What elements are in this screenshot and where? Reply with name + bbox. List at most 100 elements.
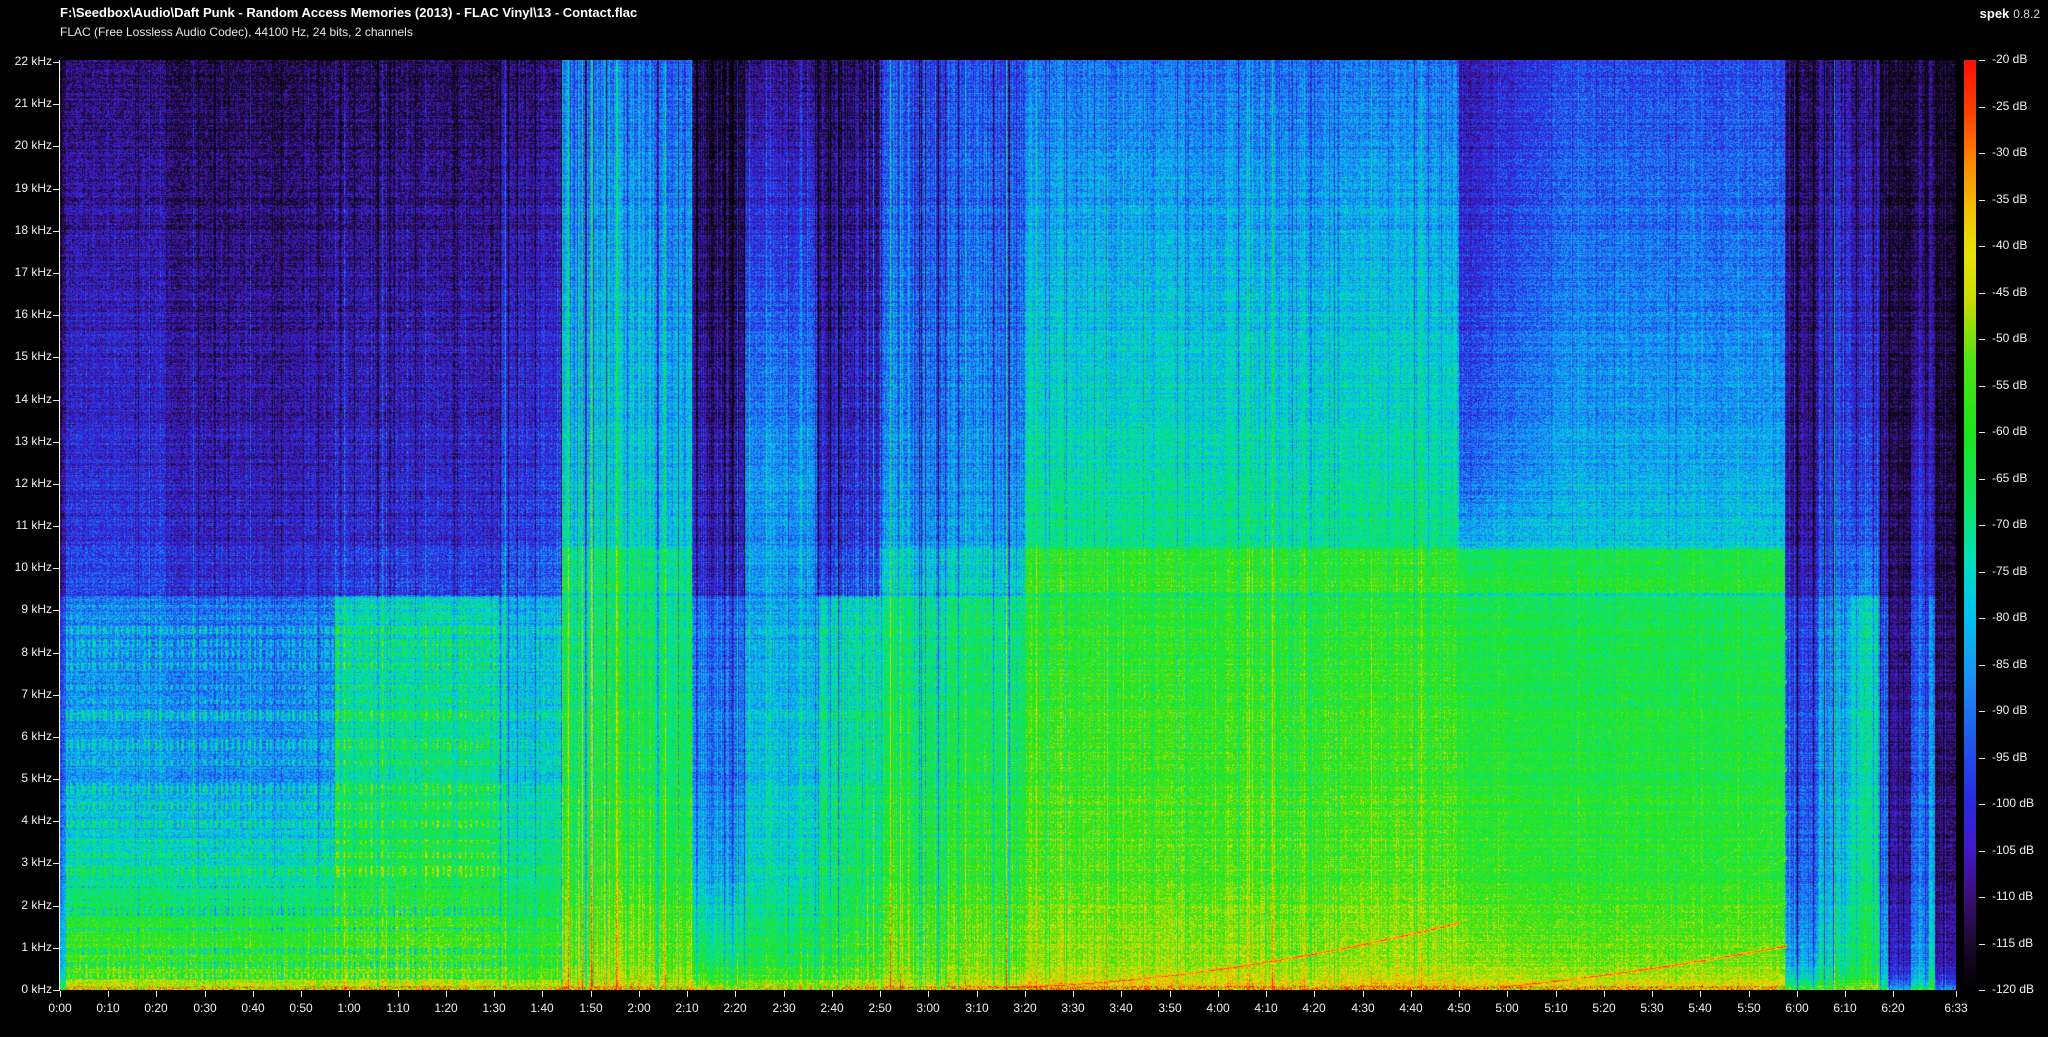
axis-tick: [784, 991, 785, 997]
time-label: 1:20: [422, 1001, 470, 1015]
time-label: 6:20: [1869, 1001, 1917, 1015]
axis-tick: [53, 442, 59, 443]
db-label: -85 dB: [1992, 657, 2027, 671]
spek-window: F:\Seedbox\Audio\Daft Punk - Random Acce…: [0, 0, 2048, 1037]
axis-tick: [1979, 572, 1985, 573]
time-label: 2:20: [711, 1001, 759, 1015]
axis-tick: [398, 991, 399, 997]
spectrogram-canvas: [60, 60, 1956, 990]
axis-tick: [1459, 991, 1460, 997]
axis-tick: [53, 357, 59, 358]
axis-tick: [1979, 897, 1985, 898]
axis-tick: [53, 315, 59, 316]
time-label: 6:10: [1821, 1001, 1869, 1015]
time-label: 4:30: [1339, 1001, 1387, 1015]
axis-tick: [1979, 479, 1985, 480]
time-label: 2:40: [808, 1001, 856, 1015]
time-label: 3:20: [1001, 1001, 1049, 1015]
frequency-axis-line: [59, 60, 60, 991]
freq-label: 20 kHz: [2, 138, 52, 152]
time-label: 0:20: [132, 1001, 180, 1015]
axis-tick: [1845, 991, 1846, 997]
axis-tick: [1979, 339, 1985, 340]
axis-tick: [639, 991, 640, 997]
axis-tick: [1979, 200, 1985, 201]
axis-tick: [687, 991, 688, 997]
db-label: -25 dB: [1992, 99, 2027, 113]
axis-tick: [446, 991, 447, 997]
axis-tick: [53, 948, 59, 949]
axis-tick: [1363, 991, 1364, 997]
time-label: 5:10: [1532, 1001, 1580, 1015]
freq-label: 21 kHz: [2, 96, 52, 110]
time-label: 0:00: [36, 1001, 84, 1015]
time-label: 5:50: [1725, 1001, 1773, 1015]
time-label: 3:30: [1049, 1001, 1097, 1015]
axis-tick: [1025, 991, 1026, 997]
freq-label: 4 kHz: [2, 813, 52, 827]
axis-tick: [53, 695, 59, 696]
axis-tick: [735, 991, 736, 997]
axis-tick: [1556, 991, 1557, 997]
freq-label: 11 kHz: [2, 518, 52, 532]
axis-tick: [53, 568, 59, 569]
audio-info: FLAC (Free Lossless Audio Codec), 44100 …: [60, 25, 413, 39]
axis-tick: [1749, 991, 1750, 997]
axis-tick: [832, 991, 833, 997]
axis-tick: [1893, 991, 1894, 997]
axis-tick: [1121, 991, 1122, 997]
freq-label: 5 kHz: [2, 771, 52, 785]
axis-tick: [1956, 991, 1957, 997]
axis-tick: [156, 991, 157, 997]
axis-tick: [1979, 618, 1985, 619]
db-label: -30 dB: [1992, 145, 2027, 159]
app-version-badge: spek0.8.2: [1980, 6, 2040, 21]
file-path-title: F:\Seedbox\Audio\Daft Punk - Random Acce…: [60, 5, 637, 20]
db-label: -75 dB: [1992, 564, 2027, 578]
db-label: -35 dB: [1992, 192, 2027, 206]
axis-tick: [205, 991, 206, 997]
axis-tick: [53, 231, 59, 232]
axis-tick: [53, 484, 59, 485]
axis-tick: [1797, 991, 1798, 997]
colorbar: [1964, 60, 1976, 990]
axis-tick: [542, 991, 543, 997]
axis-tick: [494, 991, 495, 997]
db-label: -40 dB: [1992, 238, 2027, 252]
axis-tick: [1979, 386, 1985, 387]
axis-tick: [1411, 991, 1412, 997]
axis-tick: [1073, 991, 1074, 997]
time-label: 2:00: [615, 1001, 663, 1015]
freq-label: 19 kHz: [2, 181, 52, 195]
axis-tick: [1314, 991, 1315, 997]
db-label: -20 dB: [1992, 52, 2027, 66]
freq-label: 15 kHz: [2, 349, 52, 363]
freq-label: 3 kHz: [2, 855, 52, 869]
time-label: 0:10: [84, 1001, 132, 1015]
axis-tick: [1170, 991, 1171, 997]
time-label: 0:40: [229, 1001, 277, 1015]
axis-tick: [1652, 991, 1653, 997]
axis-tick: [53, 737, 59, 738]
axis-tick: [1979, 804, 1985, 805]
freq-label: 18 kHz: [2, 223, 52, 237]
freq-label: 1 kHz: [2, 940, 52, 954]
time-label: 1:40: [518, 1001, 566, 1015]
axis-tick: [301, 991, 302, 997]
freq-label: 6 kHz: [2, 729, 52, 743]
axis-tick: [53, 610, 59, 611]
freq-label: 8 kHz: [2, 645, 52, 659]
time-label: 5:20: [1580, 1001, 1628, 1015]
axis-tick: [977, 991, 978, 997]
time-label: 4:00: [1194, 1001, 1242, 1015]
time-label: 4:10: [1242, 1001, 1290, 1015]
axis-tick: [1266, 991, 1267, 997]
time-label: 1:10: [374, 1001, 422, 1015]
time-label: 6:00: [1773, 1001, 1821, 1015]
db-label: -55 dB: [1992, 378, 2027, 392]
db-label: -100 dB: [1992, 796, 2034, 810]
axis-tick: [53, 990, 59, 991]
axis-tick: [1979, 944, 1985, 945]
db-label: -65 dB: [1992, 471, 2027, 485]
freq-label: 9 kHz: [2, 602, 52, 616]
